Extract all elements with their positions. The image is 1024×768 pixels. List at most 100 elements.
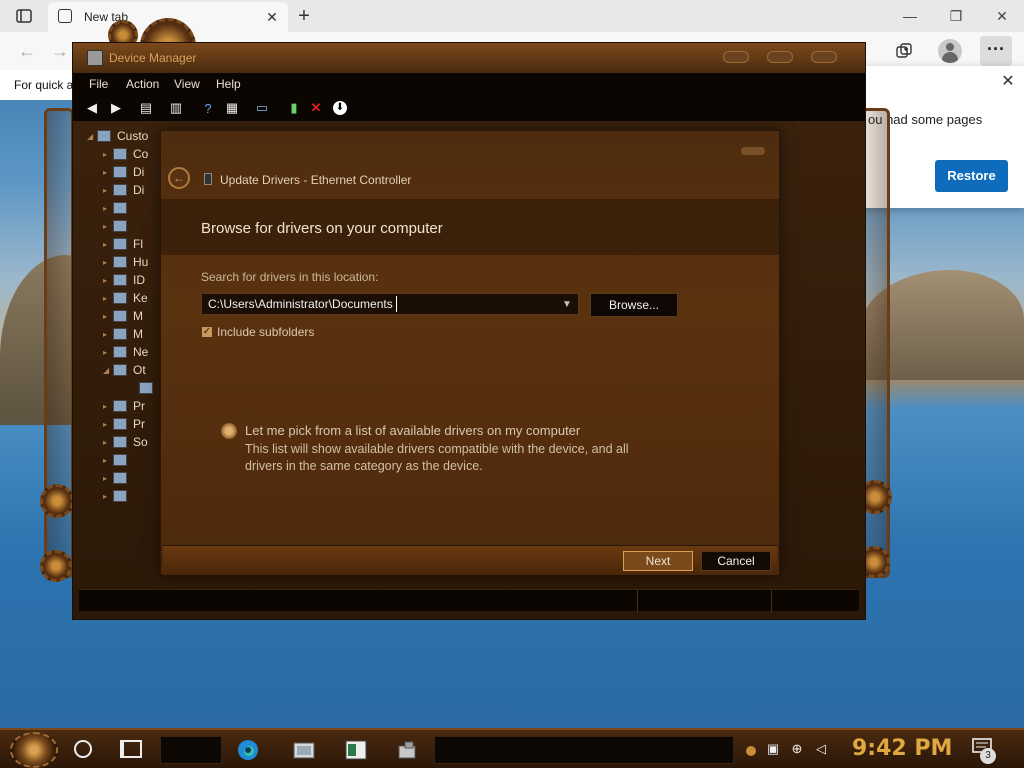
minimize-button[interactable]: — — [898, 4, 922, 28]
profile-avatar[interactable] — [938, 39, 962, 63]
device-manager-titlebar[interactable]: Device Manager — [73, 43, 865, 73]
dialog-close-button[interactable] — [741, 147, 765, 155]
toolbar-uninstall-button[interactable]: ✕ — [307, 99, 325, 117]
tree-expander-icon[interactable]: ▸ — [103, 420, 113, 429]
menu-action[interactable]: Action — [126, 77, 159, 91]
tab-close-button[interactable]: ✕ — [262, 7, 282, 27]
device-category-icon — [113, 346, 127, 358]
cancel-button[interactable]: Cancel — [701, 551, 771, 571]
toolbar-update-driver-button[interactable]: ⬇ — [331, 99, 349, 117]
tree-node[interactable]: ▸ Ke — [103, 289, 148, 307]
include-subfolders-checkbox[interactable]: ✓ — [201, 326, 213, 338]
task-view-icon[interactable] — [120, 740, 142, 758]
menu-view[interactable]: View — [174, 77, 200, 91]
close-window-button[interactable]: ✕ — [990, 4, 1014, 28]
dm-maximize-button[interactable] — [767, 51, 793, 63]
tree-node[interactable]: ▸ ID — [103, 271, 145, 289]
dialog-heading: Browse for drivers on your computer — [201, 220, 443, 237]
tree-node[interactable]: ▸ — [103, 217, 133, 235]
driver-path-combobox[interactable]: C:\Users\Administrator\Documents ▼ — [201, 293, 579, 315]
settings-more-button[interactable]: ··· — [980, 36, 1012, 66]
restore-window-button[interactable]: ❐ — [944, 4, 968, 28]
pick-from-list-link[interactable]: Let me pick from a list of available dri… — [245, 423, 580, 438]
tree-expander-icon[interactable]: ◢ — [87, 132, 97, 141]
tree-expander-icon[interactable]: ▸ — [103, 456, 113, 465]
tree-node[interactable]: ▸ So — [103, 433, 148, 451]
tree-node-label: So — [133, 435, 148, 449]
dialog-back-button[interactable]: ← — [168, 167, 190, 189]
browse-button[interactable]: Browse... — [590, 293, 678, 317]
edge-taskbar-button[interactable] — [232, 736, 264, 764]
toolbar-forward-button[interactable]: ▶ — [107, 99, 125, 117]
tree-node[interactable]: ▸ Ne — [103, 343, 148, 361]
volume-muted-icon[interactable]: ◁ — [812, 740, 830, 758]
meet-now-icon[interactable]: ▣ — [764, 740, 782, 758]
tree-node[interactable]: ▸ — [103, 199, 133, 217]
tree-expander-icon[interactable]: ▸ — [103, 204, 113, 213]
tree-expander-icon[interactable]: ▸ — [103, 240, 113, 249]
tree-expander-icon[interactable]: ▸ — [103, 402, 113, 411]
toolbar-back-button[interactable]: ◀ — [83, 99, 101, 117]
taskbar-clock[interactable]: 9:42 PM — [852, 736, 952, 761]
tree-node[interactable]: ▸ — [103, 451, 133, 469]
forward-button[interactable]: → — [50, 38, 70, 64]
tree-node[interactable]: ▸ — [103, 487, 133, 505]
tree-node[interactable]: ▸ M — [103, 325, 143, 343]
toolbar-list-button[interactable]: ▥ — [167, 99, 185, 117]
tab-actions-button[interactable] — [12, 7, 36, 25]
next-button[interactable]: Next — [623, 551, 693, 571]
tree-expander-icon[interactable]: ▸ — [103, 348, 113, 357]
tree-node[interactable]: ▸ — [103, 469, 133, 487]
new-tab-button[interactable]: + — [292, 4, 316, 28]
tree-expander-icon[interactable]: ◢ — [103, 366, 113, 375]
tree-expander-icon[interactable]: ▸ — [103, 222, 113, 231]
tree-node[interactable]: ▸ Hu — [103, 253, 148, 271]
tree-expander-icon[interactable]: ▸ — [103, 186, 113, 195]
tree-node-label: Custo — [117, 129, 149, 143]
back-button[interactable]: ← — [14, 38, 40, 64]
menu-help[interactable]: Help — [216, 77, 241, 91]
search-icon[interactable] — [74, 740, 92, 758]
tree-node[interactable] — [129, 379, 159, 397]
tree-node[interactable]: ▸ Fl — [103, 235, 143, 253]
toolbar-properties-button[interactable]: ▤ — [137, 99, 155, 117]
tree-node[interactable]: ◢ Custo — [87, 127, 148, 145]
toolbar-help-button[interactable]: ? — [199, 99, 217, 117]
dm-close-button[interactable] — [811, 51, 837, 63]
tray-gear-icon[interactable] — [742, 742, 760, 760]
restore-button[interactable]: Restore — [935, 160, 1008, 192]
tree-node[interactable]: ▸ Di — [103, 163, 144, 181]
tree-node[interactable]: ◢ Ot — [103, 361, 146, 379]
toolbar-monitor-button[interactable]: ▭ — [253, 99, 271, 117]
tree-expander-icon[interactable]: ▸ — [103, 492, 113, 501]
include-subfolders-label[interactable]: Include subfolders — [217, 325, 314, 339]
tree-expander-icon[interactable]: ▸ — [103, 312, 113, 321]
tree-expander-icon[interactable]: ▸ — [103, 258, 113, 267]
tree-node-label: Pr — [133, 417, 145, 431]
tree-expander-icon[interactable]: ▸ — [103, 438, 113, 447]
device-manager-taskbar-button[interactable] — [392, 736, 424, 764]
tree-expander-icon[interactable]: ▸ — [103, 276, 113, 285]
tree-node[interactable]: ▸ Di — [103, 181, 144, 199]
chevron-down-icon[interactable]: ▼ — [562, 299, 572, 310]
tree-node[interactable]: ▸ Pr — [103, 415, 145, 433]
tree-node[interactable]: ▸ Co — [103, 145, 148, 163]
tree-expander-icon[interactable]: ▸ — [103, 294, 113, 303]
tree-expander-icon[interactable]: ▸ — [103, 330, 113, 339]
toolbar-scan-button[interactable]: ▦ — [223, 99, 241, 117]
menu-file[interactable]: File — [89, 77, 108, 91]
tree-node[interactable]: ▸ M — [103, 307, 143, 325]
tree-node[interactable]: ▸ Pr — [103, 397, 145, 415]
restore-popup-close-button[interactable]: ✕ — [998, 72, 1018, 92]
app-window-taskbar-button[interactable] — [340, 736, 372, 764]
network-icon[interactable]: ⊕ — [788, 740, 806, 758]
toolbar-enable-button[interactable]: ▮ — [285, 99, 303, 117]
explorer-taskbar-button[interactable] — [288, 736, 320, 764]
tree-expander-icon[interactable]: ▸ — [103, 168, 113, 177]
pick-option-arrow-icon[interactable] — [221, 423, 237, 439]
start-button[interactable] — [10, 732, 58, 768]
tree-expander-icon[interactable]: ▸ — [103, 474, 113, 483]
dm-minimize-button[interactable] — [723, 51, 749, 63]
tree-expander-icon[interactable]: ▸ — [103, 150, 113, 159]
collections-button[interactable] — [892, 39, 916, 63]
